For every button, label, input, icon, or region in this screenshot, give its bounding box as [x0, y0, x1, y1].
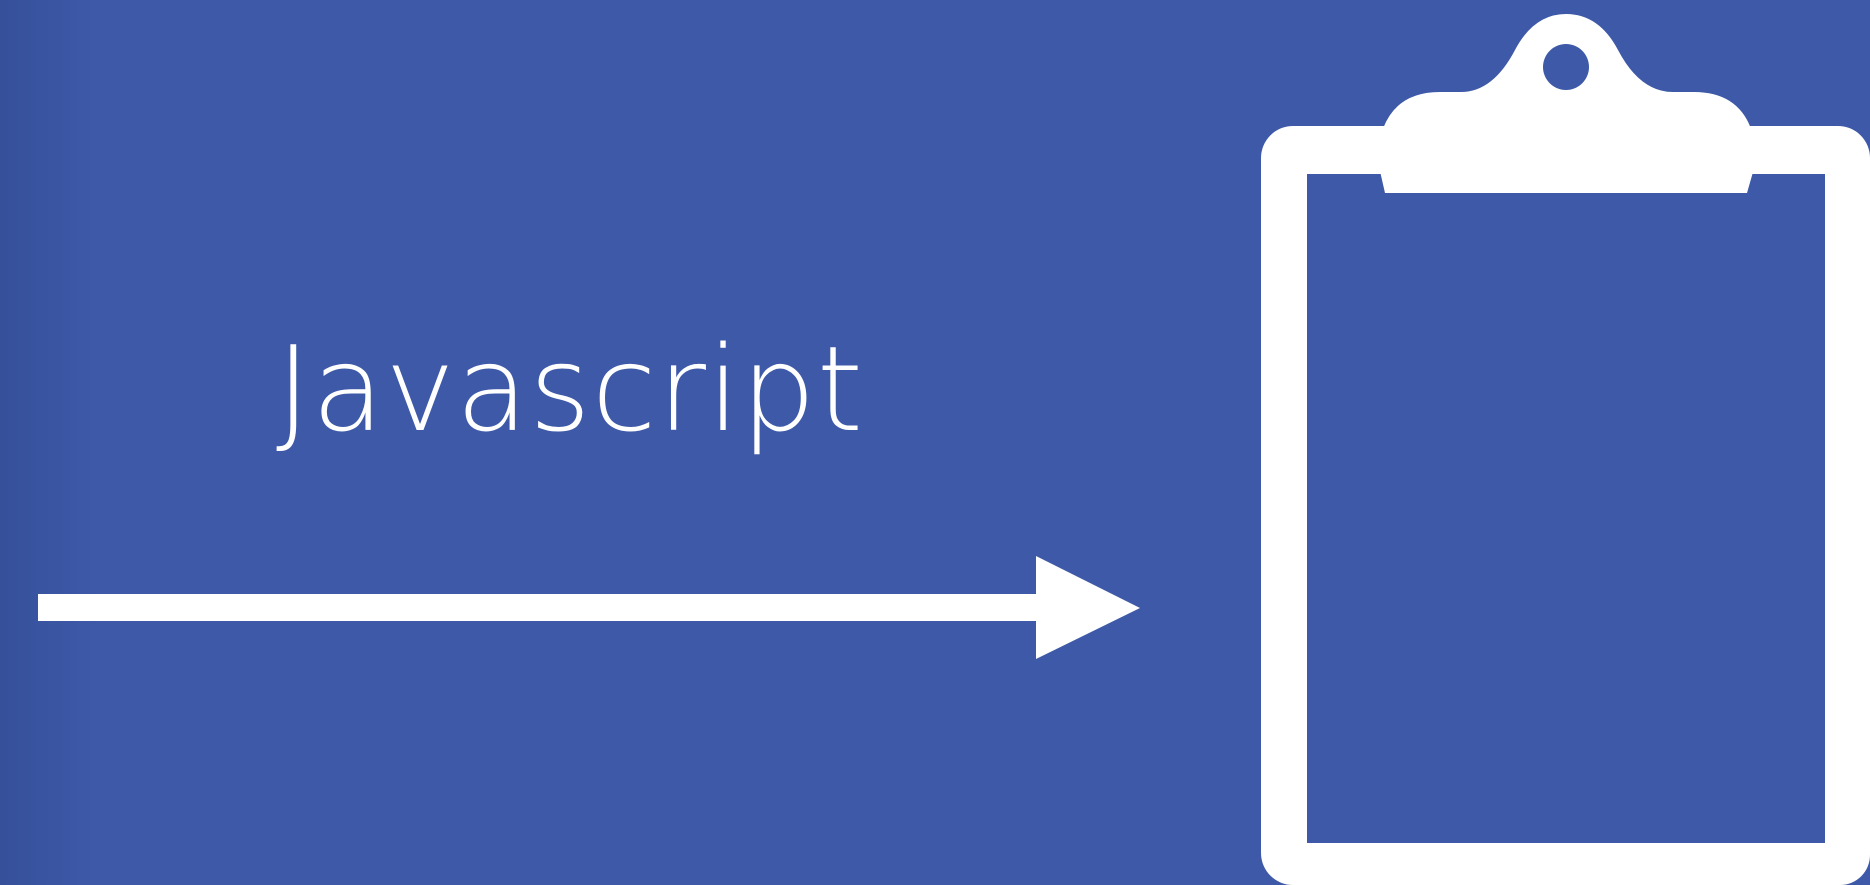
- javascript-label: Javascript: [275, 320, 865, 458]
- arrow-shaft: [38, 594, 1038, 621]
